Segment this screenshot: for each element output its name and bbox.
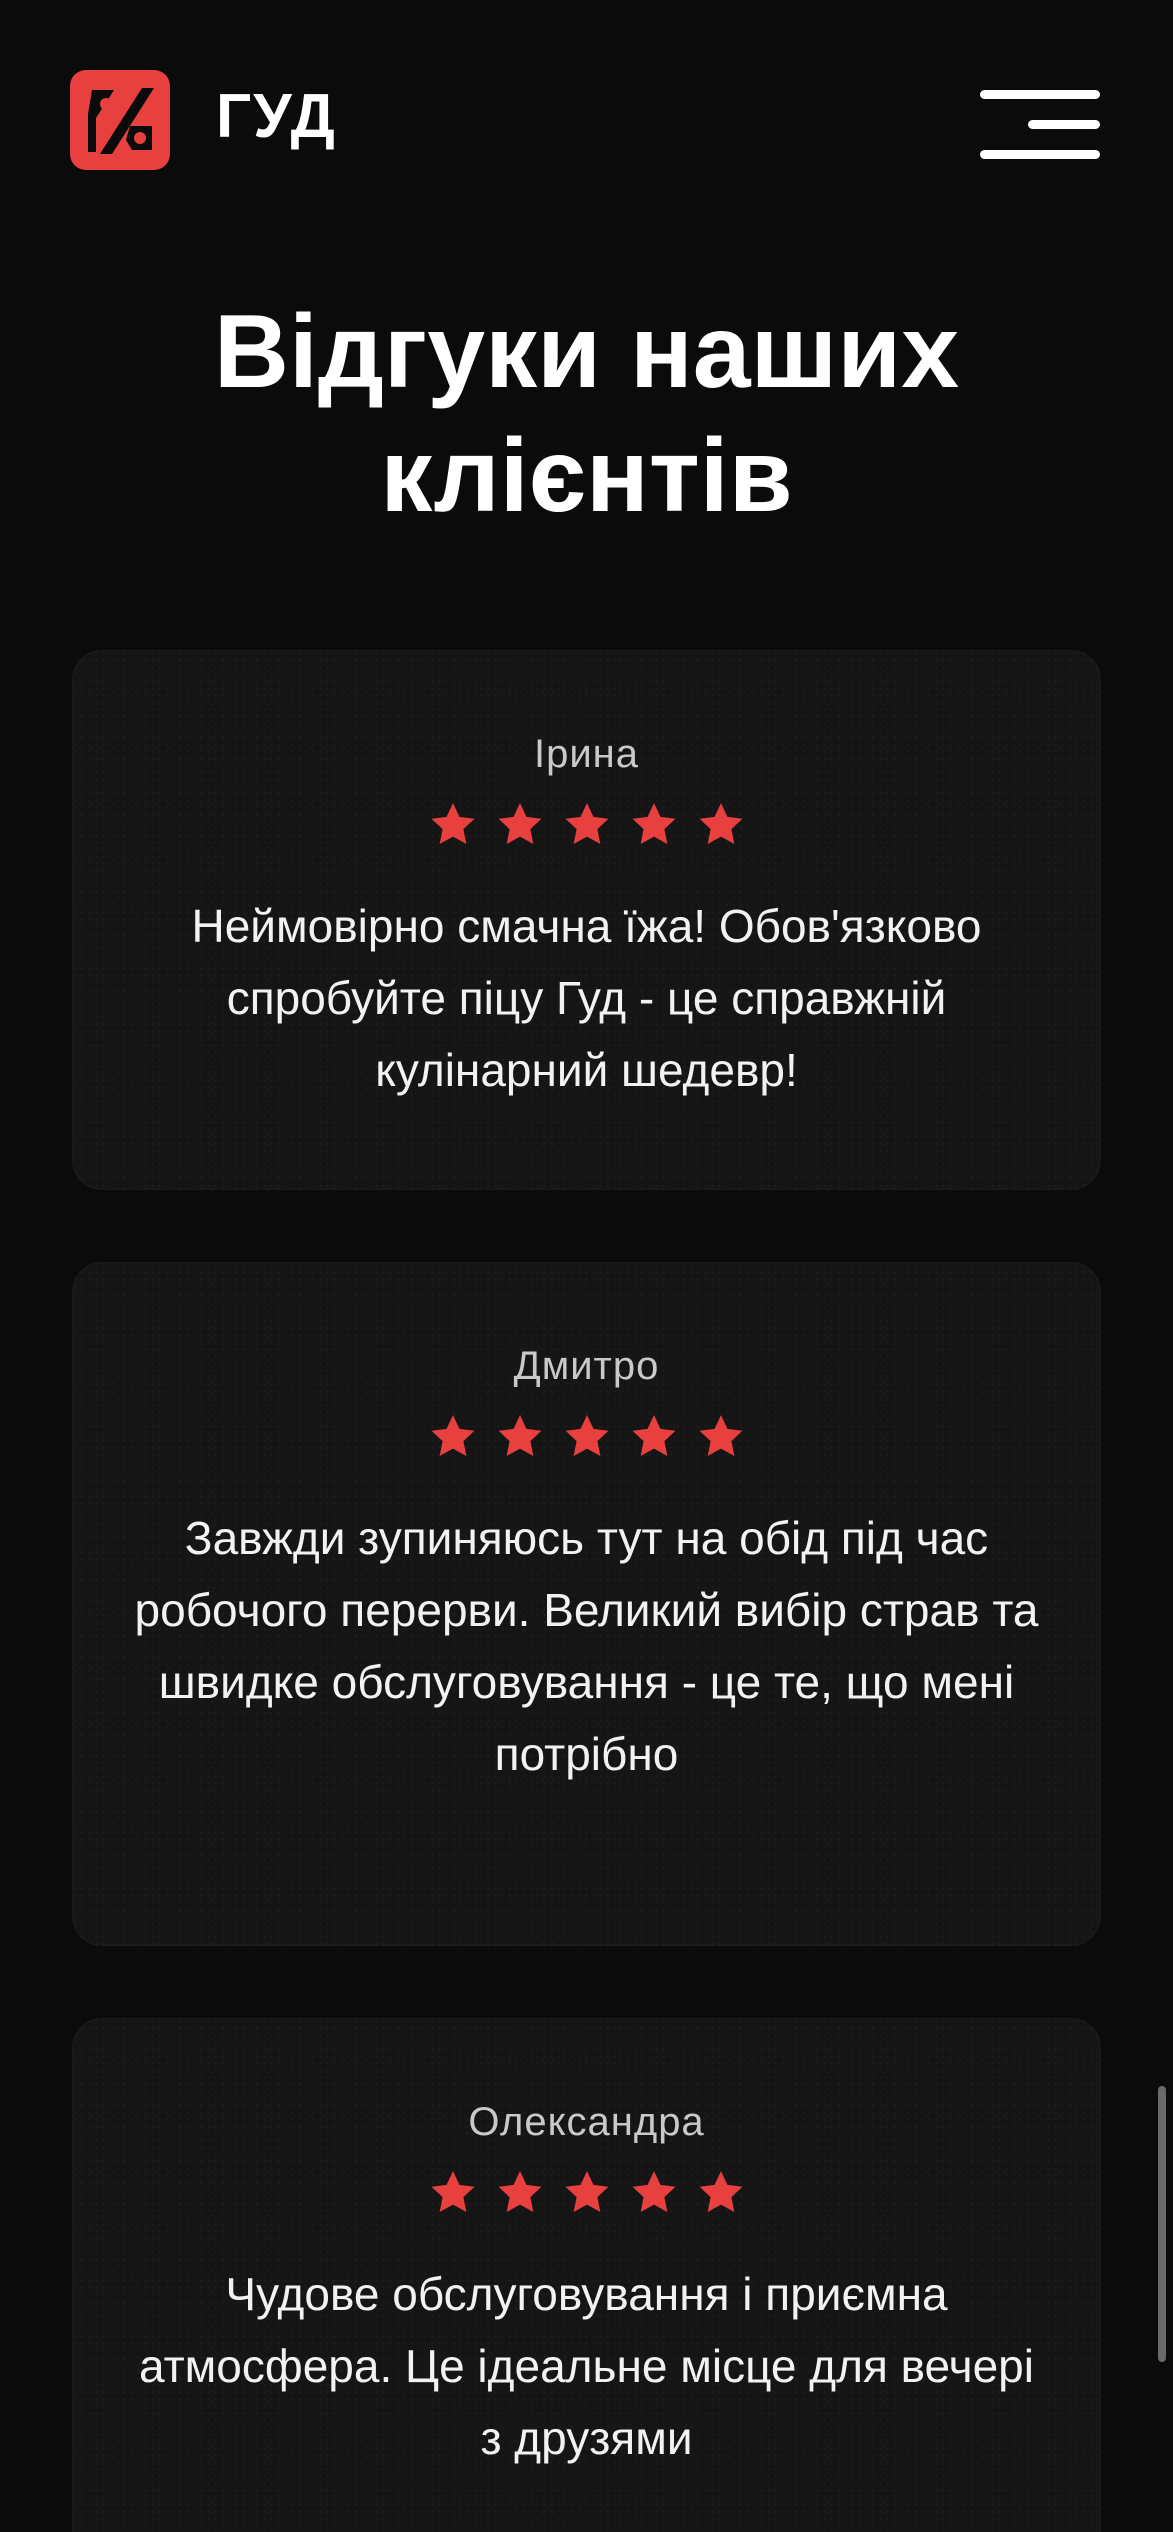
menu-line	[980, 150, 1100, 159]
star-icon	[431, 1415, 474, 1456]
star-icon	[699, 803, 742, 844]
star-icon	[699, 1415, 742, 1456]
hamburger-menu-icon[interactable]	[978, 86, 1102, 166]
review-card: Дмитро Завжди зупиняюсь тут на обід під …	[72, 1262, 1101, 1946]
star-icon	[565, 2171, 608, 2212]
star-icon	[632, 1415, 675, 1456]
page: ГУД Відгуки наших клієнтів Ірина Неймові…	[0, 0, 1173, 2532]
star-icon	[498, 803, 541, 844]
rating-stars	[72, 800, 1101, 850]
star-icon	[632, 2171, 675, 2212]
review-text: Завжди зупиняюсь тут на обід під час роб…	[134, 1512, 1039, 1780]
star-icon	[498, 1415, 541, 1456]
logo-icon[interactable]	[70, 70, 170, 170]
star-icon	[632, 803, 675, 844]
scrollbar-thumb[interactable]	[1158, 2086, 1166, 2362]
star-icon	[498, 2171, 541, 2212]
review-text: Неймовірно смачна їжа! Обов'язково спроб…	[191, 900, 982, 1096]
reviewer-name: Дмитро	[513, 1344, 660, 1388]
site-header: ГУД	[0, 0, 1173, 220]
menu-line	[1028, 120, 1100, 129]
section-title: Відгуки наших клієнтів	[213, 294, 960, 534]
star-icon	[699, 2171, 742, 2212]
logo-text[interactable]: ГУД	[216, 82, 337, 152]
review-card: Ірина Неймовірно смачна їжа! Обов'язково…	[72, 650, 1101, 1190]
rating-stars	[72, 1412, 1101, 1462]
rating-stars	[72, 2168, 1101, 2218]
menu-line	[980, 90, 1100, 99]
reviewer-name: Олександра	[468, 2100, 705, 2144]
star-icon	[431, 803, 474, 844]
review-text: Чудове обслуговування і приємна атмосфер…	[139, 2268, 1034, 2464]
star-icon	[565, 803, 608, 844]
review-card: Олександра Чудове обслуговування і приєм…	[72, 2018, 1101, 2532]
reviewer-name: Ірина	[533, 732, 640, 776]
star-icon	[565, 1415, 608, 1456]
star-icon	[431, 2171, 474, 2212]
